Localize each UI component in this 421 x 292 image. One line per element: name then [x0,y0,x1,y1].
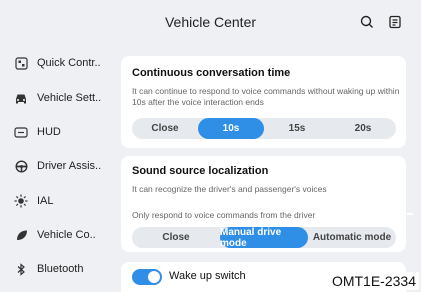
localization-description: It can recognize the driver's and passen… [132,184,327,194]
header: Vehicle Center [0,0,421,46]
steering-wheel-icon [14,159,28,173]
sidebar-item-label: Vehicle Co.. [37,229,96,241]
option-20s[interactable]: 20s [330,118,396,139]
sidebar-item-label: Driver Assis.. [37,160,102,172]
option-close[interactable]: Close [132,227,220,248]
localization-mode-selector: Close Manual drive mode Automatic mode [132,227,396,249]
option-close[interactable]: Close [132,118,198,139]
localization-card: Sound source localization It can recogni… [121,156,406,252]
sidebar-item-vehicle-control[interactable]: Vehicle Co.. [14,224,96,246]
sidebar-item-quick-control[interactable]: Quick Contr.. [14,52,101,74]
car-icon [14,91,28,105]
sidebar-item-hud[interactable]: HUD [14,121,61,143]
sidebar-item-label: Bluetooth [37,263,84,275]
localization-title: Sound source localization [132,165,269,177]
conversation-time-selector: Close 10s 15s 20s [132,118,396,139]
toggle-knob [148,271,160,283]
conversation-description: It can continue to respond to voice comm… [132,86,400,107]
sidebar-item-label: Vehicle Sett.. [37,92,102,104]
conversation-title: Continuous conversation time [132,67,291,79]
option-15s[interactable]: 15s [264,118,330,139]
option-10s[interactable]: 10s [198,118,264,139]
sidebar: Quick Contr.. Vehicle Sett.. HUD Driver … [0,46,120,292]
divider [407,213,413,215]
screen: Vehicle Center Quick Contr.. Vehicle Set… [0,0,421,292]
hud-icon [14,125,28,139]
option-manual-drive-mode[interactable]: Manual drive mode [220,227,308,249]
leaf-icon [14,228,28,242]
sidebar-item-vehicle-settings[interactable]: Vehicle Sett.. [14,87,101,109]
document-icon[interactable] [386,13,404,31]
sidebar-item-label: Quick Contr.. [37,57,101,69]
option-automatic-mode[interactable]: Automatic mode [308,227,396,248]
wakeup-toggle[interactable] [132,269,162,285]
quick-control-icon [14,56,28,70]
sidebar-item-bluetooth[interactable]: Bluetooth [14,258,83,280]
light-icon [14,194,28,208]
localization-sub-description: Only respond to voice commands from the … [132,210,316,220]
sidebar-item-label: IAL [37,195,54,207]
bluetooth-icon [14,262,28,276]
sidebar-item-label: HUD [37,126,61,138]
conversation-card: Continuous conversation time It can cont… [121,56,406,148]
sidebar-item-ial[interactable]: IAL [14,190,54,212]
search-icon[interactable] [358,13,376,31]
sidebar-item-driver-assist[interactable]: Driver Assis.. [14,155,101,177]
wakeup-label: Wake up switch [169,270,246,282]
watermark-label: OMT1E-2334 [328,272,419,290]
